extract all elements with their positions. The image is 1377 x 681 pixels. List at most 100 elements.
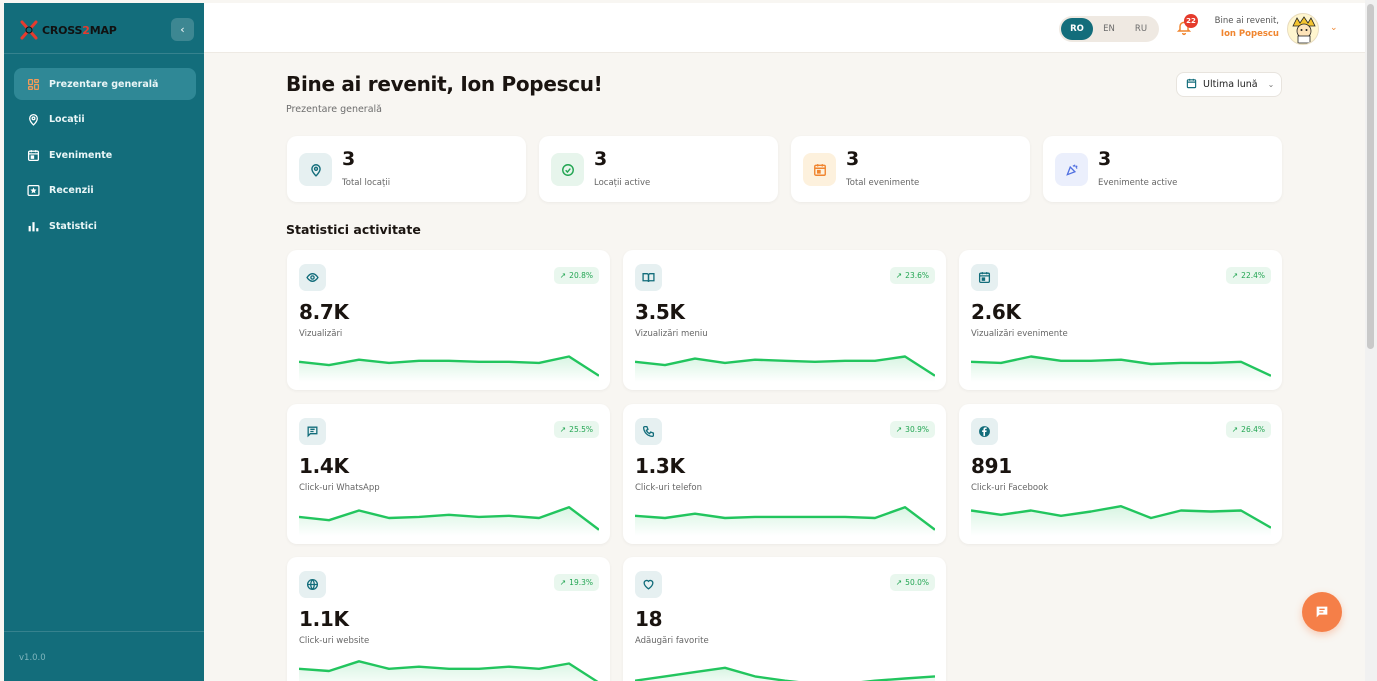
stat-card-whatsapp-clicks: ↗ 25.5% 1.4K Click-uri WhatsApp xyxy=(287,404,610,544)
map-pin-icon xyxy=(26,113,40,127)
sidebar-item-statistics[interactable]: Statistici xyxy=(14,210,196,242)
user-name: Ion Popescu xyxy=(1220,29,1279,39)
stat-value: 2.6K xyxy=(971,300,1021,324)
brand-mark-icon xyxy=(18,19,40,41)
stat-value: 18 xyxy=(635,607,663,631)
stat-label: Vizualizări meniu xyxy=(635,329,708,339)
app-version: v1.0.0 xyxy=(19,653,46,663)
sparkline-area xyxy=(299,661,597,681)
stat-value: 1.1K xyxy=(299,607,349,631)
trend-up-icon: ↗ xyxy=(895,425,903,434)
period-select[interactable]: Ultima lună ⌄ xyxy=(1176,72,1282,97)
facebook-icon xyxy=(971,418,998,445)
sparkline xyxy=(635,355,935,382)
check-circle-icon xyxy=(551,153,584,186)
lang-en-button[interactable]: EN xyxy=(1093,18,1125,40)
scrollbar-thumb[interactable] xyxy=(1367,4,1374,349)
stat-value: 8.7K xyxy=(299,300,349,324)
dashboard-icon xyxy=(26,77,40,91)
brand-logo[interactable]: CROSS2MAP xyxy=(18,19,117,41)
summary-label: Locații active xyxy=(594,178,651,188)
calendar-icon xyxy=(971,264,998,291)
trend-badge: ↗ 20.8% xyxy=(553,267,599,284)
trend-badge: ↗ 19.3% xyxy=(553,574,599,591)
summary-value: 3 xyxy=(846,148,860,170)
brand-name: CROSS2MAP xyxy=(42,23,117,37)
user-menu-chevron-down-icon[interactable]: ⌄ xyxy=(1330,23,1338,33)
trend-up-icon: ↗ xyxy=(1231,425,1239,434)
topbar: RO EN RU 22 Bine ai revenit, Ion Popescu… xyxy=(204,3,1365,53)
divider xyxy=(4,631,204,632)
trend-badge: ↗ 23.6% xyxy=(889,267,935,284)
user-greeting: Bine ai revenit, Ion Popescu xyxy=(1215,16,1279,39)
trend-badge: ↗ 50.0% xyxy=(889,574,935,591)
message-square-icon xyxy=(299,418,326,445)
page-title: Bine ai revenit, Ion Popescu! xyxy=(286,72,603,96)
stat-label: Click-uri WhatsApp xyxy=(299,483,380,493)
calendar-icon xyxy=(803,153,836,186)
stat-label: Click-uri Facebook xyxy=(971,483,1049,493)
sidebar-nav: Prezentare generală Locații Evenimente R… xyxy=(14,68,196,246)
sidebar-item-label: Locații xyxy=(49,114,85,125)
trend-badge: ↗ 30.9% xyxy=(889,421,935,438)
stat-label: Vizualizări xyxy=(299,329,343,339)
chat-icon xyxy=(1316,606,1328,618)
sparkline xyxy=(299,355,599,382)
sidebar-item-locations[interactable]: Locații xyxy=(14,104,196,136)
summary-label: Total evenimente xyxy=(846,178,920,188)
summary-card-active-locations: 3 Locații active xyxy=(539,136,778,202)
stat-label: Click-uri website xyxy=(299,636,370,646)
party-popper-icon xyxy=(1055,153,1088,186)
chat-button[interactable] xyxy=(1302,592,1342,632)
sidebar-item-events[interactable]: Evenimente xyxy=(14,139,196,171)
stat-label: Adăugări favorite xyxy=(635,636,709,646)
stat-card-views: ↗ 20.8% 8.7K Vizualizări xyxy=(287,250,610,390)
sidebar-item-overview[interactable]: Prezentare generală xyxy=(14,68,196,100)
summary-value: 3 xyxy=(342,148,356,170)
summary-card-active-events: 3 Evenimente active xyxy=(1043,136,1282,202)
sparkline xyxy=(971,504,1271,536)
trend-badge: ↗ 25.5% xyxy=(553,421,599,438)
lang-ru-button[interactable]: RU xyxy=(1125,18,1157,40)
summary-card-total-events: 3 Total evenimente xyxy=(791,136,1030,202)
trend-up-icon: ↗ xyxy=(559,425,567,434)
lang-ro-button[interactable]: RO xyxy=(1061,18,1093,40)
trend-up-icon: ↗ xyxy=(559,578,567,587)
summary-value: 3 xyxy=(594,148,608,170)
summary-label: Evenimente active xyxy=(1098,178,1178,188)
book-open-icon xyxy=(635,264,662,291)
stat-value: 1.3K xyxy=(635,454,685,478)
stat-card-event-views: ↗ 22.4% 2.6K Vizualizări evenimente xyxy=(959,250,1282,390)
trend-up-icon: ↗ xyxy=(559,271,567,280)
avatar[interactable] xyxy=(1287,13,1319,45)
sidebar-item-label: Statistici xyxy=(49,220,97,232)
stat-value: 891 xyxy=(971,454,1012,478)
divider xyxy=(4,53,204,54)
sparkline xyxy=(635,505,935,536)
sparkline xyxy=(971,355,1271,382)
calendar-icon xyxy=(26,148,40,162)
period-select-value: Ultima lună xyxy=(1203,79,1258,90)
trend-up-icon: ↗ xyxy=(895,578,903,587)
trend-badge: ↗ 22.4% xyxy=(1225,267,1271,284)
trend-up-icon: ↗ xyxy=(1231,271,1239,280)
stat-label: Vizualizări evenimente xyxy=(971,329,1068,339)
sparkline xyxy=(635,666,935,681)
section-title-activity: Statistici activitate xyxy=(286,222,421,237)
sidebar: CROSS2MAP ‹ Prezentare generală Locații … xyxy=(4,3,204,681)
map-pin-icon xyxy=(299,153,332,186)
stat-value: 1.4K xyxy=(299,454,349,478)
collapse-sidebar-button[interactable]: ‹ xyxy=(171,18,194,41)
sparkline xyxy=(299,505,599,536)
sidebar-item-reviews[interactable]: Recenzii xyxy=(14,175,196,207)
sparkline xyxy=(299,660,599,681)
chevron-down-icon: ⌄ xyxy=(1267,80,1275,89)
summary-card-total-locations: 3 Total locații xyxy=(287,136,526,202)
sidebar-item-label: Evenimente xyxy=(49,149,113,161)
calendar-icon xyxy=(1186,78,1197,92)
trend-up-icon: ↗ xyxy=(895,271,903,280)
trend-badge: ↗ 26.4% xyxy=(1225,421,1271,438)
notifications-count-badge: 22 xyxy=(1184,14,1198,28)
chevron-left-icon: ‹ xyxy=(180,23,185,36)
page-scrollbar[interactable] xyxy=(1365,0,1377,681)
